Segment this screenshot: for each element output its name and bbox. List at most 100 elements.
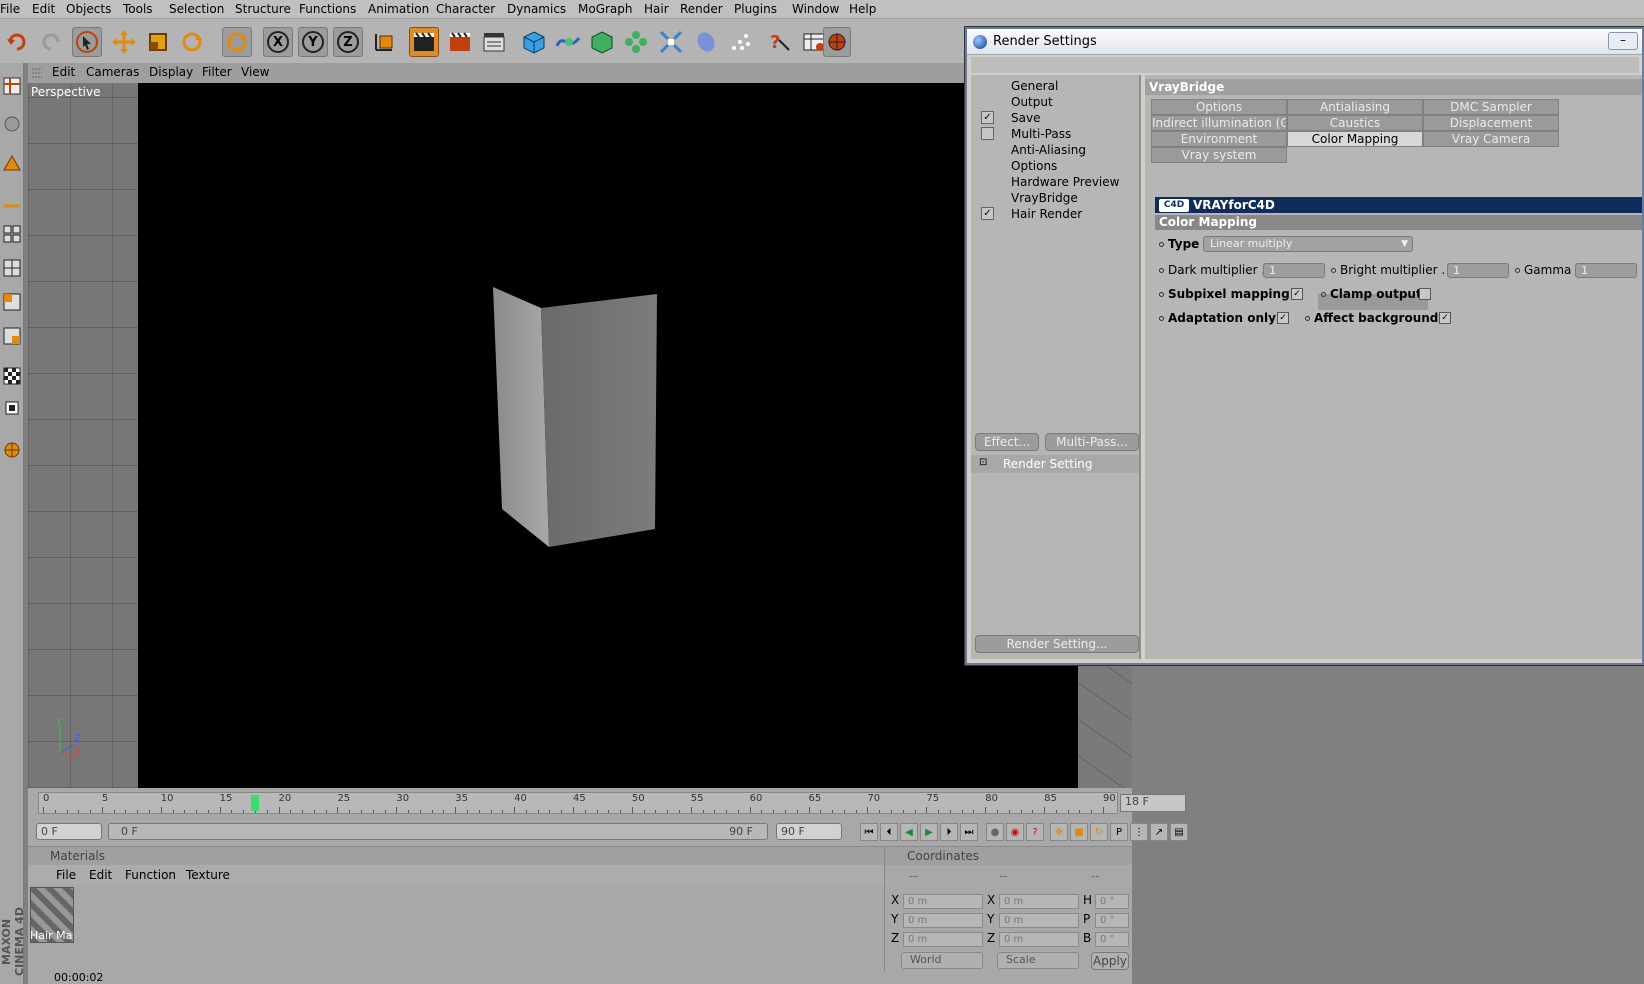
nav-item-output[interactable]: Output [1011,95,1053,109]
keyframe-selection-icon[interactable]: ? [1026,823,1044,841]
key-position-icon[interactable]: ✥ [1050,823,1068,841]
workplane-icon[interactable] [1,437,23,463]
timeline-playhead[interactable] [251,795,259,811]
position-y-field[interactable]: 0 m [903,913,983,928]
tab-vray-camera[interactable]: Vray Camera [1423,131,1559,147]
scene-icon[interactable] [691,27,721,57]
move-icon[interactable] [109,27,139,57]
rotate-icon[interactable] [222,27,252,57]
axis-mode-icon[interactable] [1,289,23,315]
size-z-field[interactable]: 0 m [999,932,1079,947]
z-axis-icon[interactable]: Z [333,27,363,57]
clamp-output-checkbox[interactable] [1419,288,1431,300]
tweak-mode-icon[interactable] [1,323,23,349]
size-x-field[interactable]: 0 m [999,894,1079,909]
coordinate-system-icon[interactable] [369,27,399,57]
multipass-button[interactable]: Multi-Pass... [1045,433,1139,451]
scale-dropdown[interactable]: Scale [997,952,1079,969]
minimize-button[interactable]: – [1608,32,1638,50]
snap-icon[interactable] [1,395,23,421]
viewport-menu-filter[interactable]: Filter [202,65,232,79]
scale-icon[interactable] [143,27,173,57]
menu-animation[interactable]: Animation [368,2,429,16]
nav-item-options[interactable]: Options [1011,159,1057,173]
tab-environment[interactable]: Environment [1151,131,1287,147]
tab-options[interactable]: Options [1151,99,1287,115]
key-rotation-icon[interactable]: ↻ [1090,823,1108,841]
web-icon[interactable] [823,27,851,57]
rotation-b-field[interactable]: 0 ° [1095,932,1129,947]
adaptation-only-checkbox[interactable]: ✓ [1277,312,1289,324]
menu-selection[interactable]: Selection [169,2,224,16]
help-icon[interactable]: ? [764,27,794,57]
bright-multiplier-field[interactable]: 1 [1447,263,1509,278]
object-mode-icon[interactable] [1,111,23,137]
key-scale-icon[interactable]: ■ [1070,823,1088,841]
tab-antialiasing[interactable]: Antialiasing [1287,99,1423,115]
menu-edit[interactable]: Edit [32,2,55,16]
x-axis-icon[interactable]: X [263,27,293,57]
particle-icon[interactable] [725,27,755,57]
scheme-icon[interactable]: ▤ [1170,823,1188,841]
render-view-icon[interactable] [409,27,439,57]
record-icon[interactable]: ● [986,823,1004,841]
start-frame-field[interactable]: 0 F [36,823,102,840]
affect-background-checkbox[interactable]: ✓ [1439,312,1451,324]
rotate-icon[interactable] [177,27,207,57]
rotation-p-field[interactable]: 0 ° [1095,913,1129,928]
prev-key-icon[interactable]: ⏴ [880,823,898,841]
viewport-menu-view[interactable]: View [241,65,269,79]
redo-icon[interactable] [36,27,66,57]
tab-indirect-illumination[interactable]: Indirect illumination (GI) [1151,115,1287,131]
rotation-h-field[interactable]: 0 ° [1095,894,1129,909]
goto-start-icon[interactable]: ⏮ [860,823,878,841]
tab-caustics[interactable]: Caustics [1287,115,1423,131]
select-icon[interactable] [72,27,102,57]
nav-item-vraybridge[interactable]: VrayBridge [1011,191,1078,205]
tab-color-mapping[interactable]: Color Mapping [1287,131,1423,147]
hair-render-checkbox[interactable]: ✓ [981,207,994,220]
size-y-field[interactable]: 0 m [999,913,1079,928]
save-checkbox[interactable]: ✓ [981,111,994,124]
nav-item-save[interactable]: Save [1011,111,1040,125]
menu-objects[interactable]: Objects [66,2,111,16]
current-frame-field[interactable]: 18 F [1120,794,1186,812]
array-icon[interactable] [621,27,651,57]
multipass-checkbox[interactable] [981,127,994,140]
nav-item-hardware-preview[interactable]: Hardware Preview [1011,175,1119,189]
menu-structure[interactable]: Structure [235,2,291,16]
gamma-field[interactable]: 1 [1575,263,1637,278]
key-pla-icon[interactable]: ⋮ [1130,823,1148,841]
spline-icon[interactable] [553,27,583,57]
menu-plugins[interactable]: Plugins [734,2,777,16]
point-mode-icon[interactable] [1,151,23,177]
menu-character[interactable]: Character [436,2,495,16]
key-parameter-icon[interactable]: P [1110,823,1128,841]
next-key-icon[interactable]: ⏵ [940,823,958,841]
subpixel-mapping-checkbox[interactable]: ✓ [1291,288,1303,300]
nav-item-anti-aliasing[interactable]: Anti-Aliasing [1011,143,1086,157]
render-picture-icon[interactable] [445,27,475,57]
menu-file[interactable]: File [0,2,20,16]
materials-menu-function[interactable]: Function [125,868,176,882]
menu-functions[interactable]: Functions [299,2,356,16]
undo-icon[interactable] [2,27,32,57]
menu-render[interactable]: Render [680,2,723,16]
materials-menu-texture[interactable]: Texture [186,868,230,882]
type-dropdown[interactable]: Linear multiply ▼ [1203,236,1413,252]
menu-tools[interactable]: Tools [123,2,153,16]
apply-button[interactable]: Apply [1091,952,1129,970]
polygon-mode-icon[interactable] [1,221,23,247]
deformer-icon[interactable] [656,27,686,57]
menu-window[interactable]: Window [792,2,839,16]
viewport-menu-display[interactable]: Display [149,65,193,79]
menu-hair[interactable]: Hair [644,2,669,16]
frame-range-slider[interactable]: 0 F 90 F [108,823,768,840]
render-setting-button[interactable]: Render Setting... [975,635,1139,653]
model-mode-icon[interactable] [1,73,23,99]
position-x-field[interactable]: 0 m [903,894,983,909]
viewport-menu-edit[interactable]: Edit [52,65,75,79]
goto-end-icon[interactable]: ⏭ [960,823,978,841]
world-dropdown[interactable]: World [901,952,983,969]
end-frame-field[interactable]: 90 F [776,823,842,840]
